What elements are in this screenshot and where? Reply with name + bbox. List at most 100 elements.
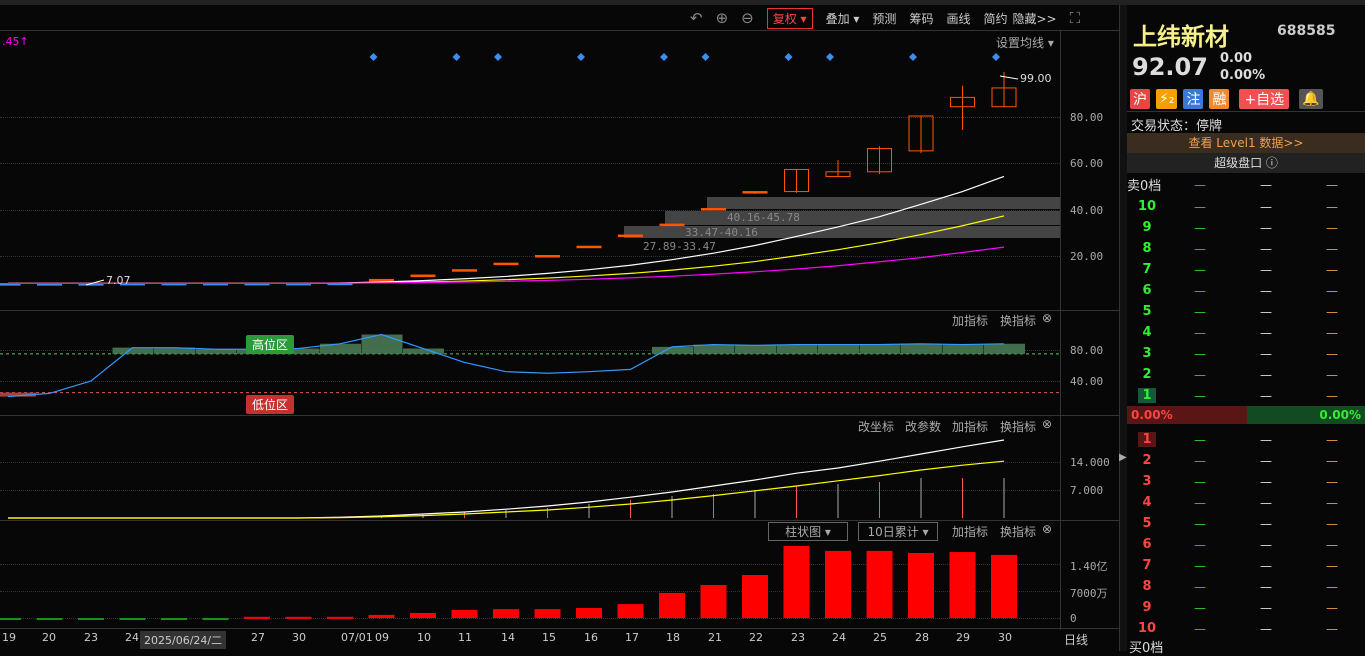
ratio-bar: 0.00% 0.00% [1127, 406, 1365, 424]
bell-icon[interactable]: 🔔 [1299, 89, 1323, 109]
candle [701, 208, 726, 211]
sell-level-row[interactable]: 4 — — — [1127, 322, 1365, 343]
volume-bar [327, 616, 353, 619]
buy-level-row[interactable]: 5 — — — [1127, 513, 1365, 534]
high-zone-label: 高位区 [246, 335, 295, 354]
volume-bar [202, 618, 229, 620]
candle [410, 274, 436, 278]
buy-level-row[interactable]: 9 — — — [1127, 597, 1365, 618]
buy-level-row[interactable]: 1 — — — [1127, 429, 1365, 450]
buy-level-row[interactable]: 7 — — — [1127, 555, 1365, 576]
dash: — [1260, 453, 1272, 468]
dash: — [1194, 600, 1206, 615]
dash: — [1260, 621, 1272, 636]
sell-level-row[interactable]: 2 — — — [1127, 364, 1365, 385]
sell-level-row[interactable]: 9 — — — [1127, 217, 1365, 238]
sell-level-row[interactable]: 7 — — — [1127, 259, 1365, 280]
vol-tick: 0 [1070, 612, 1077, 625]
date-tick: 14 [501, 631, 515, 644]
date-tick: 23 [84, 631, 98, 644]
add-indicator-button[interactable]: 加指标 [952, 418, 988, 435]
sell-level-row[interactable]: 10 — — — [1127, 196, 1365, 217]
level1-link[interactable]: 查看 Level1 数据>> [1127, 133, 1365, 153]
prev-high-marker: .45↑ [2, 35, 29, 48]
add-watchlist-button[interactable]: +自选 [1239, 89, 1290, 109]
dash: — [1326, 346, 1338, 361]
buy-level-row[interactable]: 6 — — — [1127, 534, 1365, 555]
level-number: 1 [1138, 432, 1156, 447]
badges: 沪 ⚡₂ 注 融 +自选 🔔 [1130, 89, 1323, 109]
super-orderbook-header[interactable]: 超级盘口 ⓘ [1127, 153, 1365, 173]
volume-bar [161, 618, 187, 620]
buy-level-row[interactable]: 3 — — — [1127, 471, 1365, 492]
level-number: 7 [1142, 262, 1152, 277]
volume-bar [659, 592, 685, 618]
fullscreen-icon[interactable]: ⛶ [1070, 9, 1081, 27]
dash: — [1194, 516, 1206, 531]
sell-level-row[interactable]: 6 — — — [1127, 280, 1365, 301]
ma-setting-dropdown[interactable]: 设置均线 ▾ [996, 34, 1054, 51]
buy-level-row[interactable]: 4 — — — [1127, 492, 1365, 513]
margin-badge[interactable]: 融 [1209, 89, 1230, 109]
buy-level-row[interactable]: 2 — — — [1127, 450, 1365, 471]
last-price: 92.07 [1132, 53, 1208, 81]
sell-header: 卖0档 [1127, 179, 1162, 194]
dash: — [1194, 537, 1206, 552]
dash: — [1260, 220, 1272, 235]
date-tick: 11 [458, 631, 472, 644]
close-icon[interactable]: ⊗ [1042, 417, 1052, 431]
change-coord-button[interactable]: 改坐标 [858, 418, 894, 435]
switch-indicator-button[interactable]: 换指标 [1000, 418, 1036, 435]
sell-level-row[interactable]: 5 — — — [1127, 301, 1365, 322]
chart-type-dropdown[interactable]: 柱状图 ▾ [768, 522, 848, 541]
lightning-icon[interactable]: ⚡₂ [1156, 89, 1178, 109]
sell-level-row[interactable]: 1 — — — [1127, 385, 1365, 406]
buy-level-row[interactable]: 8 — — — [1127, 576, 1365, 597]
sell-level-row[interactable]: 3 — — — [1127, 343, 1365, 364]
level-number: 10 [1137, 621, 1157, 636]
level-number: 1 [1138, 388, 1156, 403]
candle [742, 191, 768, 194]
change-param-button[interactable]: 改参数 [905, 418, 941, 435]
stock-code: 688585 [1277, 23, 1336, 39]
registration-badge[interactable]: 注 [1183, 89, 1204, 109]
dash: — [1326, 495, 1338, 510]
level-number: 5 [1142, 304, 1152, 319]
dash: — [1260, 241, 1272, 256]
accumulate-dropdown[interactable]: 10日累计 ▾ [858, 522, 938, 541]
low-zone-label: 低位区 [246, 395, 295, 414]
collapse-arrow-icon[interactable]: ▶ [1119, 452, 1127, 463]
quote-panel: 上纬新材 688585 92.07 0.00 0.00% 沪 ⚡₂ 注 融 +自… [1127, 5, 1365, 656]
volume-bar [36, 618, 63, 620]
close-icon[interactable]: ⊗ [1042, 522, 1052, 536]
dash: — [1260, 600, 1272, 615]
buy-level-row[interactable]: 10 — — — [1127, 618, 1365, 639]
change-block: 0.00 0.00% [1220, 50, 1265, 84]
sell-level-row[interactable]: 8 — — — [1127, 238, 1365, 259]
price-tick: 20.00 [1070, 250, 1104, 263]
chip-label: 27.89-33.47 [643, 240, 716, 253]
dash: — [1326, 516, 1338, 531]
panel-splitter[interactable] [1119, 5, 1127, 651]
close-icon[interactable]: ⊗ [1042, 311, 1052, 325]
candle [369, 278, 394, 282]
max-price-label: 99.00 [1020, 72, 1052, 85]
volume-bar [285, 616, 312, 619]
candle [659, 223, 685, 227]
max-arrow [999, 75, 1019, 80]
date-tick: 10 [417, 631, 431, 644]
volume-bar [119, 618, 146, 620]
add-indicator-button[interactable]: 加指标 [952, 523, 988, 540]
period-label[interactable]: 日线 [1064, 631, 1088, 648]
sh-badge[interactable]: 沪 [1130, 89, 1150, 109]
price-tick: 80.00 [1070, 111, 1104, 124]
dash: — [1194, 432, 1206, 447]
dash: — [1194, 388, 1206, 403]
event-marker-icon [909, 53, 917, 61]
date-tick: 24 [832, 631, 846, 644]
switch-indicator-button[interactable]: 换指标 [1000, 312, 1036, 329]
switch-indicator-button[interactable]: 换指标 [1000, 523, 1036, 540]
add-indicator-button[interactable]: 加指标 [952, 312, 988, 329]
dash: — [1326, 600, 1338, 615]
dash: — [1260, 558, 1272, 573]
